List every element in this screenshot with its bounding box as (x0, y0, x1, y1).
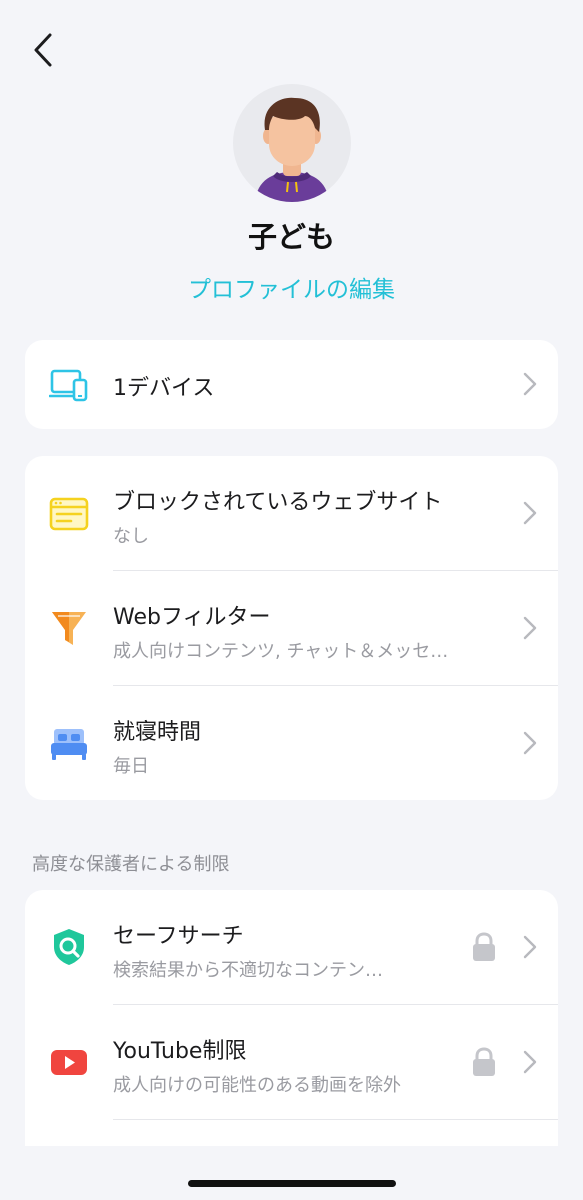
youtube-restriction-row[interactable]: YouTube制限 成人向けの可能性のある動画を除外 (25, 1005, 558, 1119)
bedtime-subtitle: 毎日 (113, 756, 149, 777)
edit-profile-link[interactable]: プロファイルの編集 (0, 270, 583, 304)
safe-search-row[interactable]: セーフサーチ 検索結果から不適切なコンテンツを… (25, 890, 558, 1004)
child-avatar-icon (255, 97, 329, 202)
devices-card: 1デバイス (25, 340, 558, 429)
lock-icon (470, 931, 498, 963)
chevron-right-icon (520, 369, 540, 399)
divider (113, 1119, 558, 1120)
avatar (233, 84, 351, 202)
youtube-play-icon (49, 1042, 89, 1082)
chevron-right-icon (520, 498, 540, 528)
browser-window-icon (49, 494, 89, 534)
profile-name: 子ども (247, 220, 335, 254)
filter-funnel-icon (49, 608, 89, 648)
advanced-card: セーフサーチ 検索結果から不適切なコンテンツを… YouTube制限 成人向けの… (25, 890, 558, 1146)
youtube-restriction-subtitle: 成人向けの可能性のある動画を除外 (113, 1075, 401, 1096)
blocked-websites-row[interactable]: ブロックされているウェブサイト なし (25, 456, 558, 570)
chevron-right-icon (520, 1047, 540, 1077)
devices-icon (49, 364, 89, 404)
web-filter-row[interactable]: Webフィルター 成人向けコンテンツ, チャット＆メッセ… (25, 571, 558, 685)
bedtime-row[interactable]: 就寝時間 毎日 (25, 686, 558, 800)
devices-label: 1デバイス (113, 376, 215, 401)
controls-card: ブロックされているウェブサイト なし Webフィルター 成人向けコンテンツ, チ… (25, 456, 558, 800)
back-button[interactable] (26, 30, 60, 70)
chevron-right-icon (520, 613, 540, 643)
youtube-restriction-title: YouTube制限 (113, 1039, 247, 1064)
chevron-right-icon (520, 728, 540, 758)
safe-search-subtitle: 検索結果から不適切なコンテンツを… (113, 960, 393, 981)
lock-icon (470, 1046, 498, 1078)
advanced-section-label: 高度な保護者による制限 (32, 854, 230, 875)
safe-search-shield-icon (49, 927, 89, 967)
bed-icon (49, 723, 89, 763)
safe-search-title: セーフサーチ (113, 924, 244, 949)
chevron-right-icon (520, 932, 540, 962)
bedtime-title: 就寝時間 (113, 720, 202, 745)
home-indicator (188, 1180, 396, 1187)
web-filter-title: Webフィルター (113, 605, 271, 630)
devices-row[interactable]: 1デバイス (25, 340, 558, 429)
web-filter-subtitle: 成人向けコンテンツ, チャット＆メッセ… (113, 641, 449, 662)
blocked-websites-subtitle: なし (113, 526, 149, 547)
blocked-websites-title: ブロックされているウェブサイト (113, 490, 443, 515)
chevron-left-icon (34, 33, 52, 67)
